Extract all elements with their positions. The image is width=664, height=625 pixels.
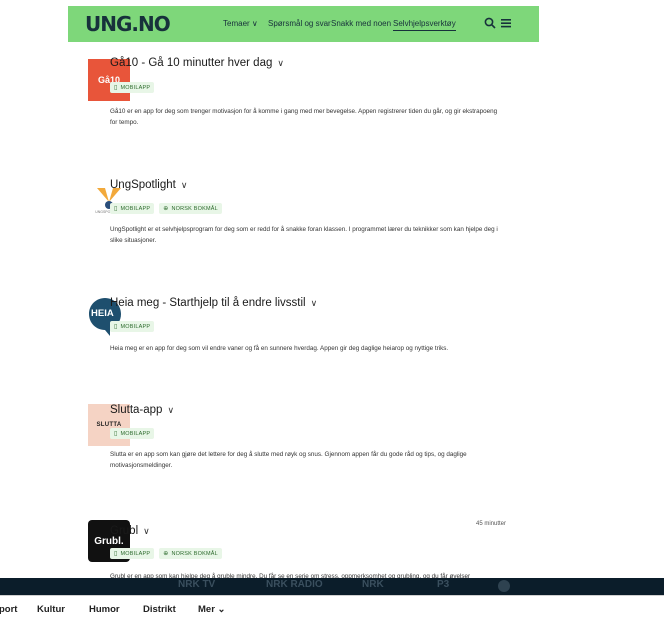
nav-humor[interactable]: Humor (89, 604, 120, 615)
app-title[interactable]: Slutta-app (110, 404, 162, 416)
ung-logo[interactable]: UNG.NO (85, 12, 171, 36)
p3-link[interactable]: P3 (437, 579, 449, 590)
nav-sporsmal-og-svar[interactable]: Spørsmål og svar (268, 19, 331, 28)
phone-icon: ▯ (114, 84, 118, 91)
app-description: Gå10 er en app for deg som trenger motiv… (110, 108, 498, 126)
chevron-down-icon[interactable]: ∨ (181, 181, 188, 191)
app-description: Heia meg er en app for deg som vil endre… (110, 345, 449, 352)
nrk-link[interactable]: NRK (362, 579, 384, 590)
app-title[interactable]: Gå10 - Gå 10 minutter hver dag (110, 57, 272, 69)
tag-mobilapp: ▯ MOBILAPP (110, 321, 155, 332)
globe-icon: ⊕ (163, 550, 169, 557)
app-title[interactable]: Heia meg - Starthjelp til å endre livsst… (110, 297, 306, 309)
tag-mobilapp: ▯ MOBILAPP (110, 548, 155, 559)
app-description: UngSpotlight er et selvhjelpsprogram for… (110, 226, 498, 244)
tag-language: ⊕ NORSK BOKMÅL (159, 548, 222, 559)
tag-list: ▯ MOBILAPP ⊕ NORSK BOKMÅL (110, 203, 222, 214)
nrk-tv-link[interactable]: NRK TV (178, 579, 215, 590)
phone-icon: ▯ (114, 550, 118, 557)
divider (0, 595, 664, 596)
tag-mobilapp: ▯ MOBILAPP (110, 82, 155, 93)
nrk-radio-link[interactable]: NRK RADIO (266, 579, 323, 590)
tag-list: ▯ MOBILAPP (110, 82, 155, 93)
nrk-service-bar: NRK TV NRK RADIO NRK P3 (0, 578, 664, 595)
chevron-down-icon[interactable]: ∨ (143, 527, 150, 537)
round-service-icon[interactable] (498, 580, 510, 592)
nav-mer[interactable]: Mer ⌄ (198, 604, 226, 615)
tag-list: ▯ MOBILAPP ⊕ NORSK BOKMÅL (110, 548, 222, 559)
phone-icon: ▯ (114, 323, 118, 330)
tag-mobilapp: ▯ MOBILAPP (110, 203, 155, 214)
nav-distrikt[interactable]: Distrikt (143, 604, 176, 615)
nav-kultur[interactable]: Kultur (37, 604, 65, 615)
tag-language: ⊕ NORSK BOKMÅL (159, 203, 222, 214)
tag-list: ▯ MOBILAPP (110, 428, 155, 439)
globe-icon: ⊕ (163, 205, 169, 212)
chevron-down-icon[interactable]: ∨ (311, 299, 318, 309)
chevron-down-icon[interactable]: ∨ (277, 59, 284, 69)
duration-label: 45 minutter (476, 521, 507, 527)
nav-snakk-med-noen[interactable]: Snakk med noen (331, 19, 391, 28)
app-title[interactable]: UngSpotlight (110, 179, 176, 191)
tag-mobilapp: ▯ MOBILAPP (110, 428, 155, 439)
chevron-down-icon[interactable]: ∨ (167, 406, 174, 416)
tag-list: ▯ MOBILAPP (110, 321, 155, 332)
app-description: Slutta er en app som kan gjøre det lette… (110, 451, 467, 469)
phone-icon: ▯ (114, 430, 118, 437)
search-icon[interactable] (484, 15, 496, 33)
phone-icon: ▯ (114, 205, 118, 212)
nav-temaer[interactable]: Temaer ∨ (223, 19, 258, 28)
nav-selvhjelpsverktoy[interactable]: Selvhjelpsverktøy (393, 19, 456, 31)
nav-sport[interactable]: port (0, 604, 17, 615)
app-title[interactable]: Grubl (110, 525, 138, 537)
menu-icon[interactable] (500, 15, 512, 33)
site-header: UNG.NO Temaer ∨ Spørsmål og svar Snakk m… (68, 6, 539, 42)
